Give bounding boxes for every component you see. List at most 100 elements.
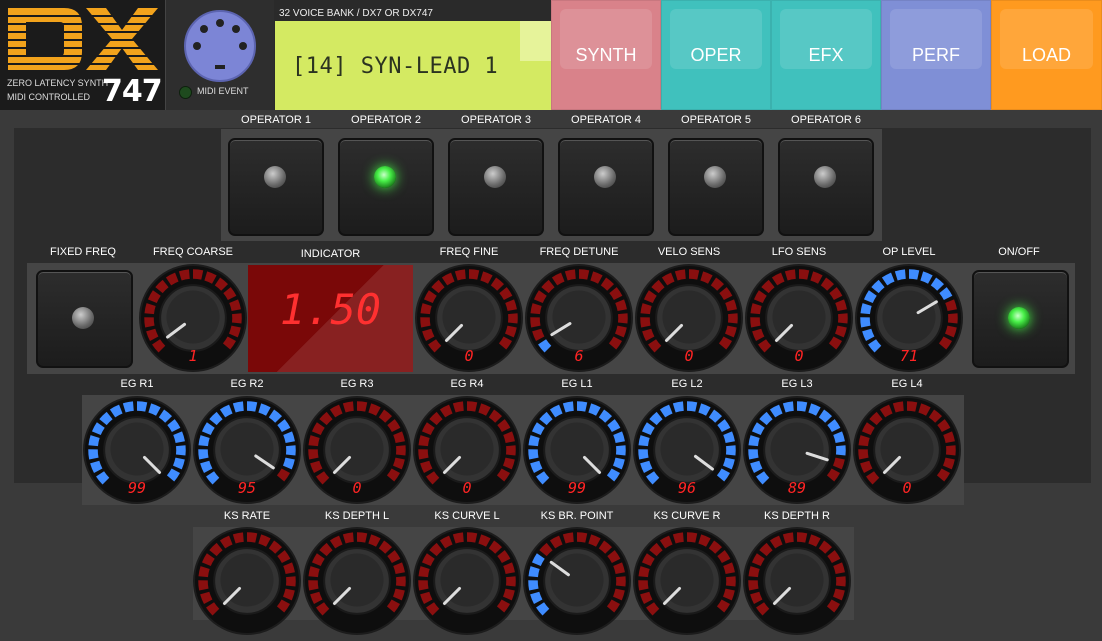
operator-5-label: OPERATOR 5 — [681, 114, 751, 126]
fixed-freq-label: FIXED FREQ — [49, 246, 116, 258]
knob-label: FREQ COARSE — [152, 246, 234, 258]
knob-value: 0 — [462, 479, 472, 498]
on-off-led-icon — [1008, 307, 1030, 329]
knob-value: 89 — [787, 479, 807, 498]
knob-label: EG L3 — [781, 378, 813, 390]
patch-name: [14] SYN-LEAD 1 — [292, 54, 499, 79]
app-logo: ZERO LATENCY SYNTH MIDI CONTROLLED 747 — [0, 0, 166, 110]
knob-segment — [617, 313, 628, 324]
nav-oper-button[interactable]: OPER — [661, 0, 771, 110]
knob-segment — [835, 576, 846, 587]
knob-segment — [945, 445, 956, 456]
knob-segment — [837, 313, 848, 324]
knob-value: 71 — [899, 347, 919, 366]
indicator-value: 1.50 — [279, 285, 382, 334]
operator-4-button[interactable] — [558, 138, 654, 236]
knob-value: 95 — [237, 479, 257, 498]
indicator-label: INDICATOR — [300, 248, 361, 260]
midi-din-icon — [184, 10, 256, 82]
knob-label: KS DEPTH L — [324, 510, 390, 522]
knob-segment — [725, 445, 736, 456]
lcd-corner-decoration — [520, 21, 551, 61]
midi-event-led — [179, 86, 192, 99]
midi-event-label: MIDI EVENT — [197, 86, 249, 96]
fixed-freq-led-icon — [72, 307, 94, 329]
knob-label: EG R2 — [230, 378, 264, 390]
knob-value: 0 — [794, 347, 804, 366]
knob-label: KS BR. POINT — [540, 510, 614, 522]
knob-value: 0 — [352, 479, 362, 498]
knob-segment — [615, 576, 626, 587]
knob-label: OP LEVEL — [882, 246, 936, 258]
on-off-label: ON/OFF — [998, 246, 1040, 258]
knob-value: 0 — [902, 479, 912, 498]
nav-button-label: OPER — [690, 44, 742, 65]
operator-1-label: OPERATOR 1 — [241, 114, 311, 126]
knob-value: 0 — [684, 347, 694, 366]
voice-bank-label: 32 VOICE BANK / DX7 OR DX747 — [275, 6, 551, 21]
nav-perf-button[interactable]: PERF — [881, 0, 991, 110]
knob-label: EG L4 — [891, 378, 923, 390]
knob-label: EG R3 — [340, 378, 374, 390]
knob-label: EG R4 — [450, 378, 484, 390]
knob-label: EG L1 — [561, 378, 593, 390]
operator-5-button[interactable] — [668, 138, 764, 236]
logo-subtitle-2: MIDI CONTROLLED — [7, 92, 91, 102]
nav-button-label: LOAD — [1021, 44, 1072, 65]
knob-segment — [395, 445, 406, 456]
knob-segment — [175, 445, 186, 456]
knob-segment — [395, 576, 406, 587]
operator-led-icon — [374, 166, 396, 188]
logo-subtitle-1: ZERO LATENCY SYNTH — [7, 78, 109, 88]
knob-label: EG L2 — [671, 378, 703, 390]
operator-1-button[interactable] — [228, 138, 324, 236]
operator-led-icon — [704, 166, 726, 188]
knob-label: FREQ FINE — [439, 246, 499, 258]
operator-2-label: OPERATOR 2 — [351, 114, 421, 126]
knob-label: KS CURVE L — [434, 510, 500, 522]
knob-value: 0 — [464, 347, 474, 366]
knob-label: EG R1 — [120, 378, 154, 390]
knob-label: KS RATE — [223, 510, 271, 522]
knob-segment — [505, 445, 516, 456]
knob-value: 99 — [127, 479, 147, 498]
operator-6-label: OPERATOR 6 — [791, 114, 861, 126]
operator-6-button[interactable] — [778, 138, 874, 236]
knob-segment — [285, 576, 296, 587]
nav-load-button[interactable]: LOAD — [991, 0, 1102, 110]
knob-label: VELO SENS — [657, 246, 721, 258]
nav-button-label: EFX — [808, 44, 844, 65]
knob-label: KS DEPTH R — [763, 510, 830, 522]
nav-efx-button[interactable]: EFX — [771, 0, 881, 110]
dx-logo-icon — [6, 6, 160, 72]
knob-value: 6 — [574, 347, 584, 366]
fixed-freq-button[interactable] — [36, 270, 133, 368]
nav-button-label: SYNTH — [575, 44, 637, 65]
operator-led-icon — [264, 166, 286, 188]
nav-synth-button[interactable]: SYNTH — [551, 0, 661, 110]
logo-number: 747 — [102, 74, 163, 109]
knob-value: 1 — [188, 347, 198, 366]
operator-4-label: OPERATOR 4 — [571, 114, 641, 126]
knob-segment — [727, 313, 738, 324]
operator-3-label: OPERATOR 3 — [461, 114, 531, 126]
operator-led-icon — [484, 166, 506, 188]
knob-segment — [285, 445, 296, 456]
knob-segment — [725, 576, 736, 587]
knob-segment — [505, 576, 516, 587]
nav-button-label: PERF — [911, 44, 960, 65]
operator-2-button[interactable] — [338, 138, 434, 236]
knob-segment — [835, 445, 846, 456]
operator-led-icon — [814, 166, 836, 188]
knob-segment — [615, 445, 626, 456]
knob-segment — [507, 313, 518, 324]
knob-segment — [947, 313, 958, 324]
knob-value: 96 — [677, 479, 697, 498]
operator-led-icon — [594, 166, 616, 188]
knob-label: KS CURVE R — [653, 510, 721, 522]
on-off-button[interactable] — [972, 270, 1069, 368]
knob-label: LFO SENS — [771, 246, 827, 258]
knob-label: FREQ DETUNE — [539, 246, 619, 258]
knob-segment — [231, 313, 242, 324]
operator-3-button[interactable] — [448, 138, 544, 236]
